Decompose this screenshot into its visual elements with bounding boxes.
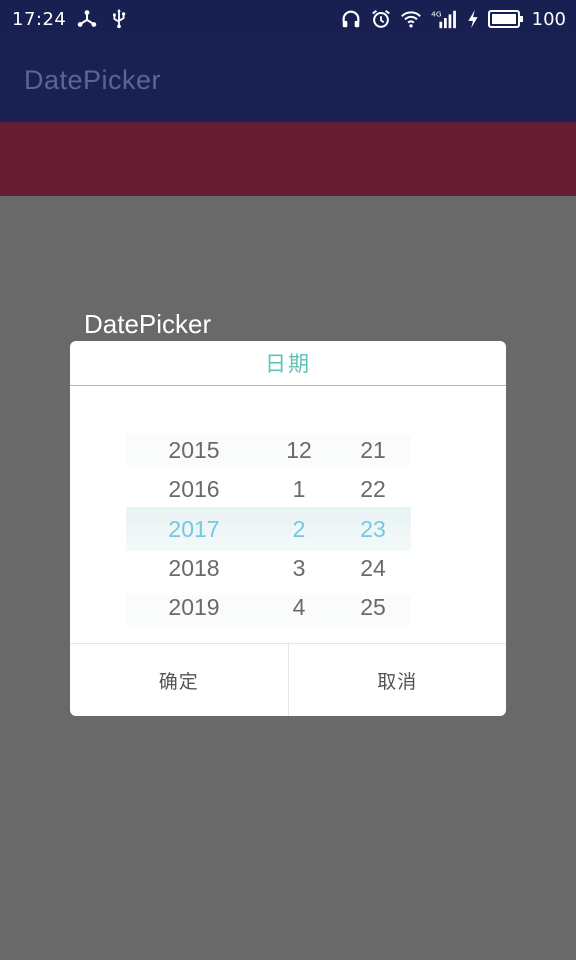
month-item[interactable]: 1 — [276, 469, 322, 509]
day-item-selected[interactable]: 23 — [348, 509, 398, 549]
app-bar: DatePicker — [0, 38, 576, 122]
year-item-selected[interactable]: 2017 — [144, 509, 244, 549]
date-picker-dialog: 日期 2015 2016 2017 2018 2019 12 1 2 3 4 2… — [70, 341, 506, 716]
dialog-actions: 确定 取消 — [70, 643, 506, 716]
headphones-icon — [340, 8, 362, 30]
app-title: DatePicker — [24, 64, 162, 95]
battery-percent: 100 — [531, 8, 566, 30]
day-item[interactable]: 21 — [348, 430, 398, 470]
month-item-selected[interactable]: 2 — [276, 509, 322, 549]
battery-icon — [487, 8, 524, 30]
day-wheel[interactable]: 21 22 23 24 25 — [348, 435, 398, 625]
year-wheel[interactable]: 2015 2016 2017 2018 2019 — [144, 435, 244, 625]
dialog-label: DatePicker — [84, 309, 212, 339]
4g-signal-icon: 4G — [430, 8, 458, 30]
alarm-icon — [370, 8, 392, 30]
year-item[interactable]: 2015 — [144, 430, 244, 470]
date-picker-wheels: 2015 2016 2017 2018 2019 12 1 2 3 4 21 2… — [126, 435, 411, 625]
month-item[interactable]: 12 — [276, 430, 322, 470]
dialog-title: 日期 — [265, 352, 311, 376]
month-item[interactable]: 4 — [276, 587, 322, 627]
accent-bar — [0, 122, 576, 196]
charging-icon — [466, 8, 480, 30]
year-item[interactable]: 2018 — [144, 548, 244, 588]
wifi-icon — [400, 8, 422, 30]
network-share-icon — [76, 8, 98, 30]
year-item[interactable]: 2016 — [144, 469, 244, 509]
status-time: 17:24 — [12, 8, 67, 30]
confirm-button[interactable]: 确定 — [70, 644, 288, 716]
status-right: 4G 100 — [340, 8, 566, 30]
year-item[interactable]: 2019 — [144, 587, 244, 627]
day-item[interactable]: 24 — [348, 548, 398, 588]
signal-label: 4G — [431, 9, 442, 18]
month-item[interactable]: 3 — [276, 548, 322, 588]
cancel-button[interactable]: 取消 — [287, 644, 507, 716]
status-bar: 17:24 4G 100 — [0, 0, 576, 38]
usb-icon — [108, 8, 130, 30]
day-item[interactable]: 25 — [348, 587, 398, 627]
status-left: 17:24 — [12, 8, 130, 30]
dialog-header: 日期 — [70, 341, 506, 386]
day-item[interactable]: 22 — [348, 469, 398, 509]
month-wheel[interactable]: 12 1 2 3 4 — [276, 435, 322, 625]
